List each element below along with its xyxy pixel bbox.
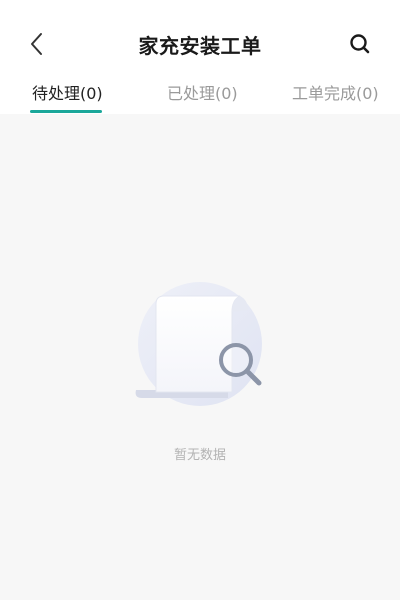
tab-processed[interactable]: 已处理(0)	[167, 80, 238, 104]
empty-document-search-illustration	[135, 282, 262, 406]
empty-state-text: 暂无数据	[173, 448, 226, 463]
top-bar: 家充安装工单 待处理(0) 已处理(0) 工单完成(0)	[0, 0, 400, 114]
active-tab-indicator	[30, 110, 102, 113]
search-icon	[350, 34, 370, 54]
tab-pending[interactable]: 待处理(0)	[32, 80, 103, 104]
search-button[interactable]	[340, 24, 380, 64]
tab-completed[interactable]: 工单完成(0)	[292, 80, 379, 104]
page: 家充安装工单 待处理(0) 已处理(0) 工单完成(0) 暂无数据	[0, 0, 400, 600]
tab-bar: 待处理(0) 已处理(0) 工单完成(0)	[0, 70, 400, 114]
